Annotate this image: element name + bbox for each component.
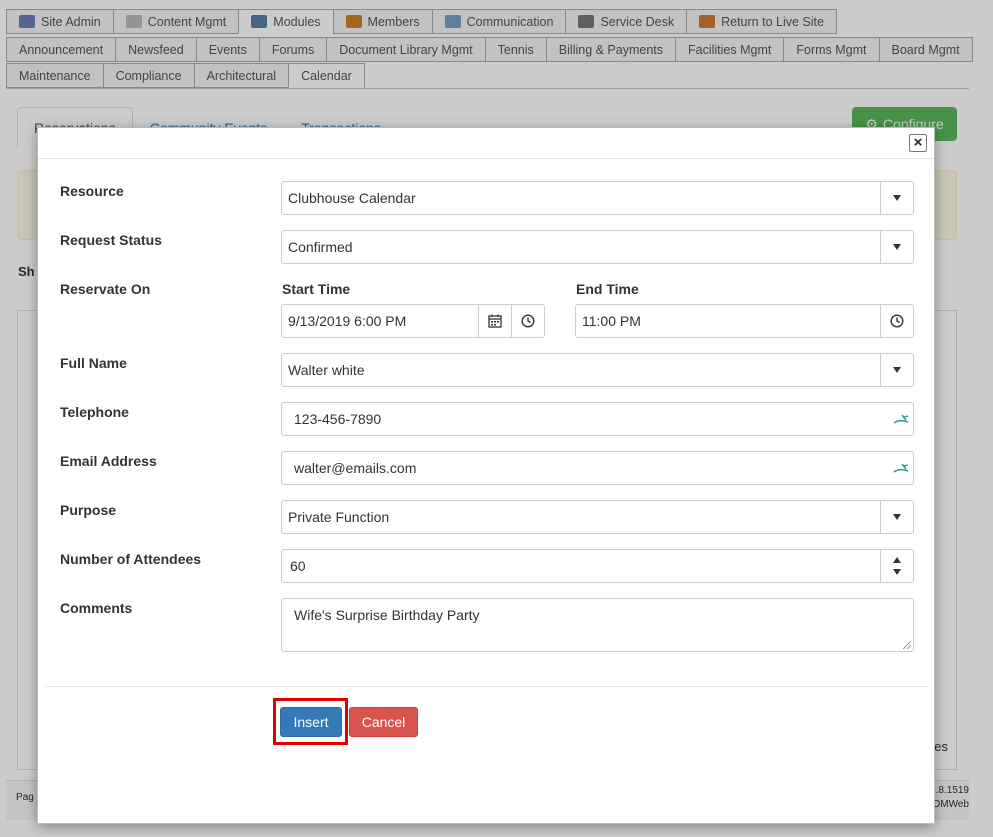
spinner-icon[interactable]: [880, 550, 913, 582]
full-name-label: Full Name: [60, 355, 127, 371]
cancel-button[interactable]: Cancel: [349, 707, 418, 737]
end-time-value: 11:00 PM: [582, 313, 641, 329]
reservate-on-label: Reservate On: [60, 281, 151, 297]
chevron-down-icon[interactable]: [880, 354, 913, 386]
resource-select[interactable]: Clubhouse Calendar: [281, 181, 914, 215]
request-status-value: Confirmed: [288, 239, 353, 255]
resource-label: Resource: [60, 183, 124, 199]
purpose-select[interactable]: Private Function: [281, 500, 914, 534]
telephone-input[interactable]: 123-456-7890: [281, 402, 914, 436]
reservation-modal: × Resource Clubhouse Calendar Request St…: [37, 127, 935, 824]
purpose-label: Purpose: [60, 502, 117, 518]
telephone-label: Telephone: [60, 404, 129, 420]
resize-handle-icon[interactable]: [903, 641, 911, 649]
resource-value: Clubhouse Calendar: [288, 190, 416, 206]
chevron-down-icon[interactable]: [880, 231, 913, 263]
full-name-select[interactable]: Walter white: [281, 353, 914, 387]
full-name-value: Walter white: [288, 362, 365, 378]
close-icon[interactable]: ×: [909, 134, 927, 152]
start-time-value: 9/13/2019 6:00 PM: [288, 313, 407, 329]
clock-icon[interactable]: [880, 305, 913, 337]
attendees-stepper[interactable]: 60: [281, 549, 914, 583]
end-time-input[interactable]: 11:00 PM: [575, 304, 914, 338]
attendees-label: Number of Attendees: [60, 551, 202, 567]
start-time-input[interactable]: 9/13/2019 6:00 PM: [281, 304, 545, 338]
insert-button[interactable]: Insert: [280, 707, 342, 737]
clock-icon[interactable]: [511, 305, 544, 337]
request-status-select[interactable]: Confirmed: [281, 230, 914, 264]
comments-label: Comments: [60, 600, 133, 616]
end-time-label: End Time: [576, 281, 639, 297]
comments-textarea[interactable]: Wife's Surprise Birthday Party: [281, 598, 914, 652]
calendar-icon[interactable]: [478, 305, 511, 337]
telephone-value: 123-456-7890: [294, 411, 382, 427]
edit-icon[interactable]: [889, 461, 913, 475]
email-input[interactable]: walter@emails.com: [281, 451, 914, 485]
email-value: walter@emails.com: [294, 460, 417, 476]
edit-icon[interactable]: [889, 412, 913, 426]
email-label: Email Address: [60, 453, 157, 469]
chevron-down-icon[interactable]: [880, 182, 913, 214]
modal-header: ×: [38, 128, 934, 159]
modal-footer-divider: [45, 686, 929, 687]
request-status-label: Request Status: [60, 232, 162, 248]
attendees-value: 60: [290, 558, 306, 574]
purpose-value: Private Function: [288, 509, 390, 525]
start-time-label: Start Time: [282, 281, 351, 297]
comments-value: Wife's Surprise Birthday Party: [294, 607, 480, 623]
chevron-down-icon[interactable]: [880, 501, 913, 533]
